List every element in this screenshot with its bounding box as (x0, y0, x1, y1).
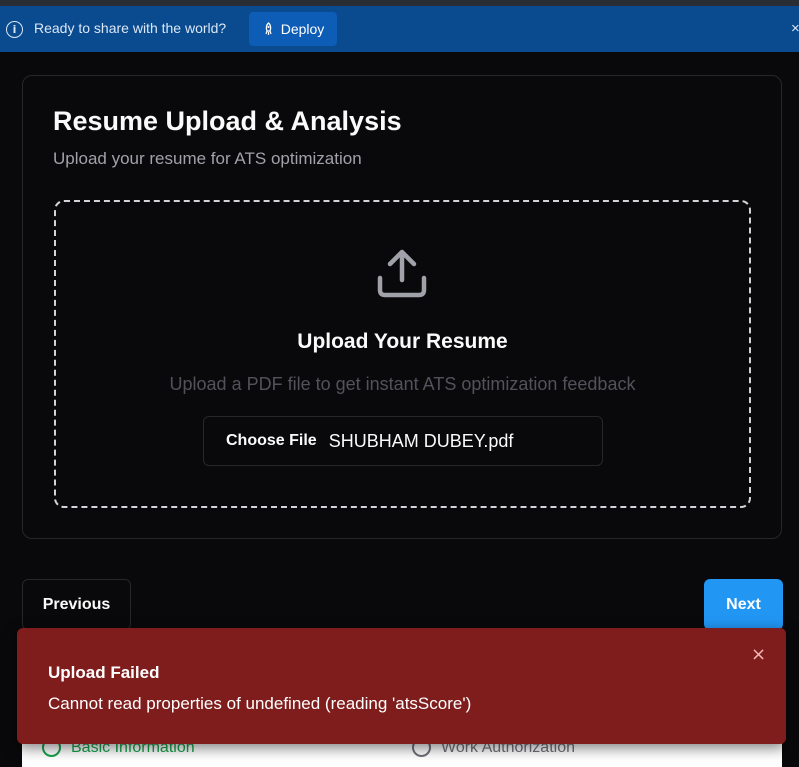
deploy-banner: i Ready to share with the world? Deploy … (0, 6, 799, 52)
deploy-label: Deploy (280, 21, 325, 37)
selected-file-name: SHUBHAM DUBEY.pdf (328, 430, 514, 451)
resume-upload-card: Resume Upload & Analysis Upload your res… (22, 75, 782, 539)
deploy-button[interactable]: Deploy (249, 12, 337, 46)
page-subtitle: Upload your resume for ATS optimization (53, 149, 362, 168)
banner-close-icon[interactable]: × (791, 20, 799, 37)
file-input[interactable]: Choose File SHUBHAM DUBEY.pdf (203, 416, 603, 466)
rocket-icon (265, 22, 272, 35)
upload-icon (377, 249, 427, 298)
error-toast: Upload Failed Cannot read properties of … (17, 628, 786, 744)
toast-message: Cannot read properties of undefined (rea… (48, 694, 472, 713)
next-button[interactable]: Next (704, 579, 783, 630)
dropzone-title: Upload Your Resume (297, 330, 508, 353)
upload-dropzone[interactable]: Upload Your Resume Upload a PDF file to … (54, 200, 751, 508)
close-icon[interactable]: × (751, 644, 766, 665)
info-icon: i (6, 21, 23, 38)
choose-file-button[interactable]: Choose File (226, 432, 317, 450)
previous-button[interactable]: Previous (22, 579, 131, 630)
toast-title: Upload Failed (48, 663, 160, 682)
dropzone-description: Upload a PDF file to get instant ATS opt… (169, 374, 636, 394)
page-title: Resume Upload & Analysis (53, 106, 402, 136)
banner-message: Ready to share with the world? (34, 20, 227, 36)
